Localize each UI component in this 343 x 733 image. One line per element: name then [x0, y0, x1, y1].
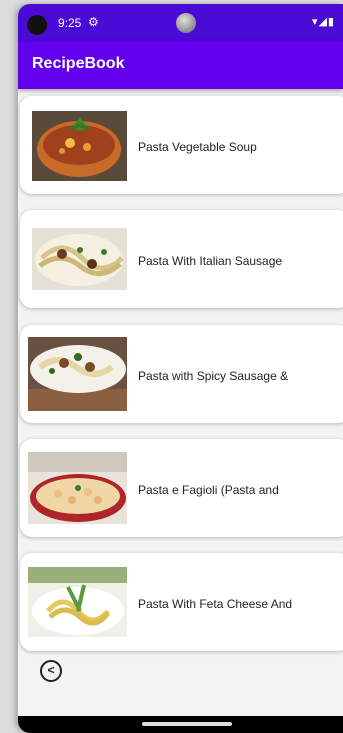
recipe-title: Pasta with Spicy Sausage & [138, 369, 289, 383]
settings-status-icon: ⚙ [88, 15, 99, 29]
back-button[interactable]: < [40, 660, 62, 682]
spaghetti-photo-icon [28, 567, 127, 637]
speaker-icon [176, 13, 196, 33]
recipe-card[interactable]: Pasta Vegetable Soup [20, 96, 343, 194]
app-bar: RecipeBook [18, 41, 343, 89]
app-title: RecipeBook [32, 55, 125, 72]
recipe-card[interactable]: Pasta With Feta Cheese And [20, 553, 343, 651]
recipe-card[interactable]: Pasta With Italian Sausage [20, 210, 343, 308]
recipe-card[interactable]: Pasta e Fagioli (Pasta and [20, 439, 343, 537]
camera-cutout [27, 15, 47, 35]
soup-bowl-photo-icon [32, 111, 127, 181]
recipe-card[interactable]: Pasta with Spicy Sausage & [20, 325, 343, 423]
beans-pasta-photo-icon [28, 452, 127, 524]
status-bar: 9:25 ⚙ ▾◢▮ [18, 4, 343, 41]
phone-screen: 9:25 ⚙ ▾◢▮ RecipeBook Pasta Vegetable So… [18, 4, 343, 733]
recipe-title: Pasta With Feta Cheese And [138, 597, 293, 611]
pasta-plate-photo-icon [32, 228, 127, 290]
navigation-bar [18, 716, 343, 733]
signal-battery-icons: ▾◢▮ [311, 16, 335, 28]
recipe-title: Pasta e Fagioli (Pasta and [138, 483, 279, 497]
home-gesture-handle[interactable] [142, 722, 232, 726]
status-time: 9:25 [58, 16, 82, 30]
recipe-title: Pasta With Italian Sausage [138, 254, 283, 268]
recipe-title: Pasta Vegetable Soup [138, 140, 257, 154]
pasta-dish-photo-icon [28, 337, 127, 411]
